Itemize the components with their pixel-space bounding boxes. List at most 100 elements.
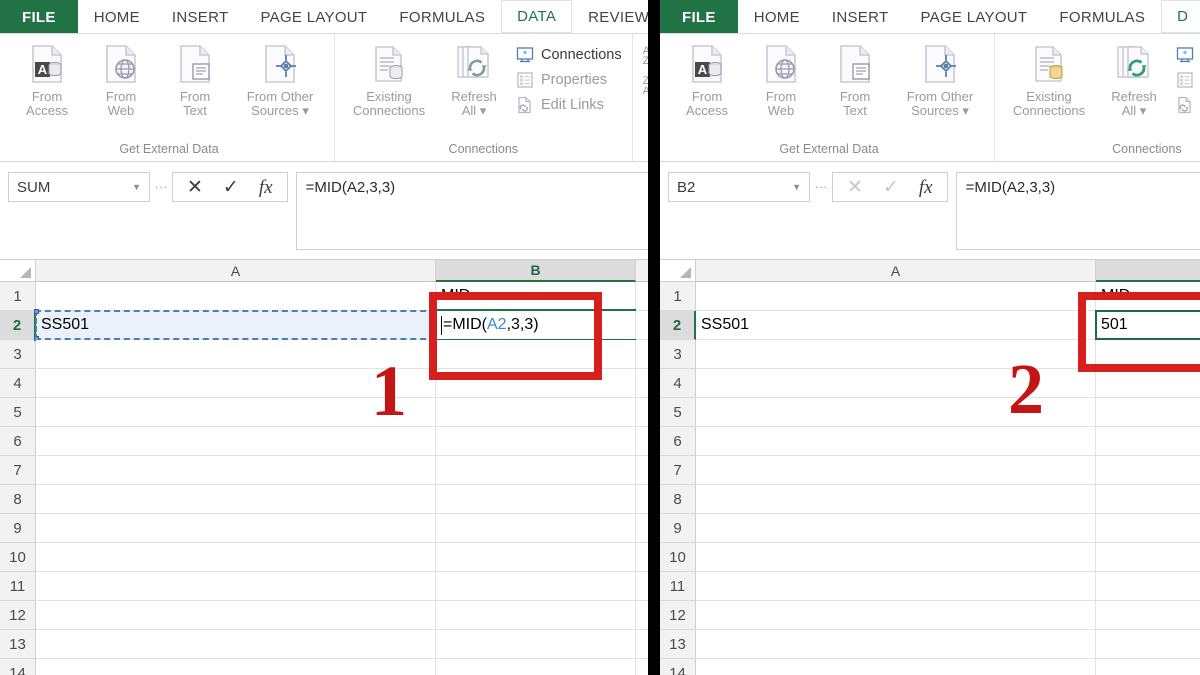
cell-b14[interactable] xyxy=(436,659,636,675)
from-web-button-2[interactable]: From Web xyxy=(744,38,818,118)
existing-connections-button-2[interactable]: Existing Connections xyxy=(1001,38,1097,118)
tab-data-2[interactable]: D xyxy=(1161,0,1200,34)
row-header-1[interactable]: 1 xyxy=(0,282,36,311)
row-header-11-2[interactable]: 11 xyxy=(660,572,696,601)
cell-a10[interactable] xyxy=(36,543,436,572)
tab-file-2[interactable]: FILE xyxy=(660,0,738,34)
tab-page-layout[interactable]: PAGE LAYOUT xyxy=(244,0,383,34)
row-header-13[interactable]: 13 xyxy=(0,630,36,659)
chevron-down-icon-2[interactable]: ▼ xyxy=(792,182,801,192)
cell-a7-2[interactable] xyxy=(696,456,1096,485)
cell-a8[interactable] xyxy=(36,485,436,514)
insert-function-icon-2[interactable]: fx xyxy=(919,178,933,197)
tab-insert-2[interactable]: INSERT xyxy=(816,0,905,34)
cell-c12[interactable] xyxy=(636,601,648,630)
cell-b3-2[interactable] xyxy=(1096,340,1200,369)
cell-b10-2[interactable] xyxy=(1096,543,1200,572)
cell-c5[interactable] xyxy=(636,398,648,427)
cell-a6[interactable] xyxy=(36,427,436,456)
row-header-3-2[interactable]: 3 xyxy=(660,340,696,369)
row-header-8-2[interactable]: 8 xyxy=(660,485,696,514)
insert-function-icon[interactable]: fx xyxy=(259,178,273,197)
from-other-sources-button[interactable]: From Other Sources ▾ xyxy=(232,38,328,118)
cell-b1-2[interactable]: MID xyxy=(1096,282,1200,311)
connections-button-2[interactable]: Connections xyxy=(1171,44,1200,66)
column-header-b-2[interactable] xyxy=(1096,260,1200,282)
cell-b9[interactable] xyxy=(436,514,636,543)
cell-a13[interactable] xyxy=(36,630,436,659)
row-header-3[interactable]: 3 xyxy=(0,340,36,369)
cancel-icon-2[interactable]: ✕ xyxy=(847,178,863,197)
cell-b12[interactable] xyxy=(436,601,636,630)
select-all-corner-2[interactable] xyxy=(660,260,696,282)
cell-a14-2[interactable] xyxy=(696,659,1096,675)
enter-icon[interactable]: ✓ xyxy=(223,178,239,197)
row-header-4-2[interactable]: 4 xyxy=(660,369,696,398)
cell-a2-2[interactable]: SS501 xyxy=(696,311,1096,340)
cell-a2[interactable]: SS501 xyxy=(34,309,437,341)
edit-links-button-2[interactable]: Edit Links xyxy=(1171,94,1200,116)
row-header-9-2[interactable]: 9 xyxy=(660,514,696,543)
row-header-6-2[interactable]: 6 xyxy=(660,427,696,456)
cell-c6[interactable] xyxy=(636,427,648,456)
tab-home[interactable]: HOME xyxy=(78,0,156,34)
cell-b3[interactable] xyxy=(436,340,636,369)
cell-a1[interactable] xyxy=(36,282,436,311)
refresh-all-button-2[interactable]: Refresh All ▾ xyxy=(1097,38,1171,118)
cell-b8-2[interactable] xyxy=(1096,485,1200,514)
tab-formulas-2[interactable]: FORMULAS xyxy=(1043,0,1161,34)
row-header-7[interactable]: 7 xyxy=(0,456,36,485)
cell-b14-2[interactable] xyxy=(1096,659,1200,675)
cell-b12-2[interactable] xyxy=(1096,601,1200,630)
row-header-5[interactable]: 5 xyxy=(0,398,36,427)
column-header-a-2[interactable]: A xyxy=(696,260,1096,282)
row-header-12-2[interactable]: 12 xyxy=(660,601,696,630)
row-header-6[interactable]: 6 xyxy=(0,427,36,456)
cell-b5-2[interactable] xyxy=(1096,398,1200,427)
cell-b6-2[interactable] xyxy=(1096,427,1200,456)
formula-bar-drag-handle[interactable]: · · · xyxy=(150,172,172,202)
cell-b13[interactable] xyxy=(436,630,636,659)
cell-a8-2[interactable] xyxy=(696,485,1096,514)
from-text-button[interactable]: From Text xyxy=(158,38,232,118)
cell-a13-2[interactable] xyxy=(696,630,1096,659)
cell-c4[interactable] xyxy=(636,369,648,398)
cell-a12-2[interactable] xyxy=(696,601,1096,630)
formula-bar-drag-handle-2[interactable]: · · · xyxy=(810,172,832,202)
row-header-11[interactable]: 11 xyxy=(0,572,36,601)
row-header-14[interactable]: 14 xyxy=(0,659,36,675)
cell-b2-2[interactable]: 501 xyxy=(1095,310,1200,340)
cell-a1-2[interactable] xyxy=(696,282,1096,311)
cell-b13-2[interactable] xyxy=(1096,630,1200,659)
cell-b11-2[interactable] xyxy=(1096,572,1200,601)
from-access-button[interactable]: A From Access xyxy=(10,38,84,118)
cell-a7[interactable] xyxy=(36,456,436,485)
cell-b5[interactable] xyxy=(436,398,636,427)
cell-b11[interactable] xyxy=(436,572,636,601)
edit-links-button[interactable]: Edit Links xyxy=(511,94,626,116)
row-header-10[interactable]: 10 xyxy=(0,543,36,572)
cell-c10[interactable] xyxy=(636,543,648,572)
cell-b1[interactable]: MID xyxy=(436,282,636,311)
cell-c9[interactable] xyxy=(636,514,648,543)
cell-a12[interactable] xyxy=(36,601,436,630)
cell-c7[interactable] xyxy=(636,456,648,485)
cell-c11[interactable] xyxy=(636,572,648,601)
connections-button[interactable]: Connections xyxy=(511,44,626,66)
row-header-10-2[interactable]: 10 xyxy=(660,543,696,572)
cell-a10-2[interactable] xyxy=(696,543,1096,572)
from-text-button-2[interactable]: From Text xyxy=(818,38,892,118)
cell-a6-2[interactable] xyxy=(696,427,1096,456)
cell-b7-2[interactable] xyxy=(1096,456,1200,485)
cell-a11-2[interactable] xyxy=(696,572,1096,601)
tab-formulas[interactable]: FORMULAS xyxy=(383,0,501,34)
properties-button[interactable]: Properties xyxy=(511,69,626,91)
cell-c8[interactable] xyxy=(636,485,648,514)
row-header-8[interactable]: 8 xyxy=(0,485,36,514)
cancel-icon[interactable]: ✕ xyxy=(187,178,203,197)
cell-a14[interactable] xyxy=(36,659,436,675)
cell-c13[interactable] xyxy=(636,630,648,659)
tab-home-2[interactable]: HOME xyxy=(738,0,816,34)
cell-b2-editing[interactable]: =MID(A2,3,3) xyxy=(435,309,636,341)
cell-b4-2[interactable] xyxy=(1096,369,1200,398)
